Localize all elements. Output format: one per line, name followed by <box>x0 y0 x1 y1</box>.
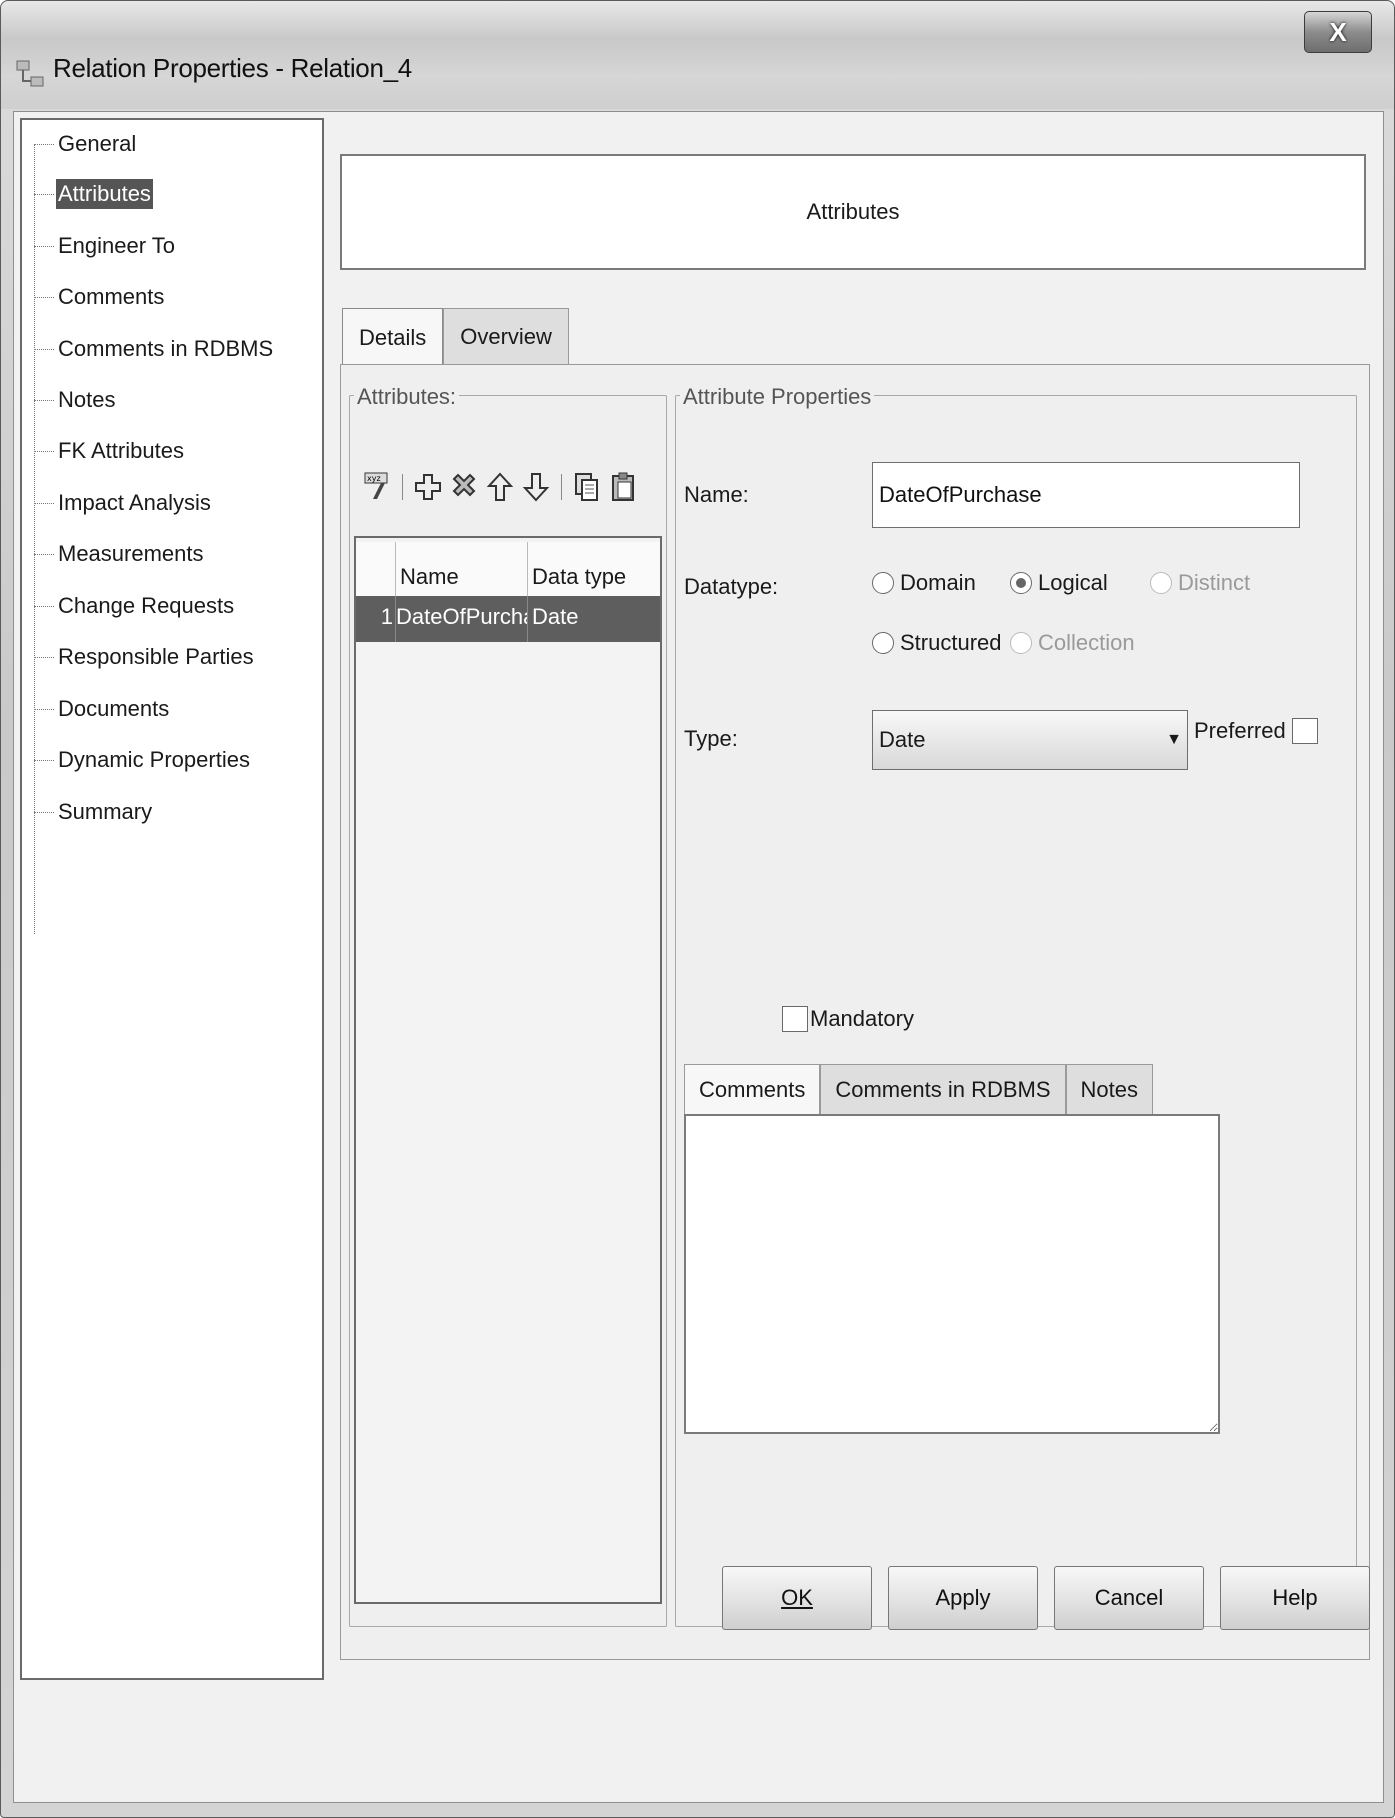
help-button[interactable]: Help <box>1220 1566 1370 1630</box>
table-header: Name Data type <box>356 542 660 596</box>
datatype-domain-radio[interactable]: Domain <box>872 570 976 596</box>
radio-unchecked-icon <box>1010 632 1032 654</box>
nav-item-general[interactable]: General <box>22 124 138 164</box>
attribute-properties-group: Attribute Properties Name: Datatype: Dom… <box>675 384 1357 1627</box>
paste-icon[interactable] <box>606 468 640 506</box>
mandatory-checkbox[interactable]: Mandatory <box>782 1006 914 1032</box>
nav-item-change-requests[interactable]: Change Requests <box>22 586 236 626</box>
move-down-icon[interactable] <box>519 468 553 506</box>
nav-item-measurements[interactable]: Measurements <box>22 534 206 574</box>
page-header: Attributes <box>340 154 1366 270</box>
toolbar-separator <box>402 474 403 500</box>
details-panel: Attributes: xyz Name Data type 1 DateOfP… <box>340 364 1370 1660</box>
nav-tree: General Attributes Engineer To Comments … <box>20 118 324 1680</box>
comments-tabs: Comments Comments in RDBMS Notes <box>684 1064 1153 1114</box>
table-row[interactable]: 1 DateOfPurchase Date <box>356 596 660 642</box>
nav-item-fk-attributes[interactable]: FK Attributes <box>22 431 186 471</box>
column-header-data-type[interactable]: Data type <box>528 542 660 596</box>
nav-item-documents[interactable]: Documents <box>22 689 171 729</box>
datatype-distinct-radio: Distinct <box>1150 570 1250 596</box>
row-number-header <box>356 542 396 596</box>
window-title: Relation Properties - Relation_4 <box>53 53 412 83</box>
nav-item-comments[interactable]: Comments <box>22 277 166 317</box>
datatype-label: Datatype: <box>684 574 779 599</box>
tab-notes[interactable]: Notes <box>1065 1064 1153 1114</box>
page-title: Attributes <box>806 199 900 224</box>
mandatory-label: Mandatory <box>810 1006 914 1031</box>
radio-checked-icon <box>1010 572 1032 594</box>
attributes-toolbar: xyz <box>360 468 640 506</box>
checkbox-unchecked-icon <box>782 1006 808 1032</box>
attributes-table[interactable]: Name Data type 1 DateOfPurchase Date <box>354 536 662 1604</box>
type-dropdown[interactable]: Date ▼ <box>872 710 1188 770</box>
name-label: Name: <box>684 482 749 507</box>
dialog-client-area: General Attributes Engineer To Comments … <box>13 111 1384 1803</box>
cancel-button[interactable]: Cancel <box>1054 1566 1204 1630</box>
dialog-window: Relation Properties - Relation_4 X Gener… <box>0 0 1395 1818</box>
radio-unchecked-icon <box>872 632 894 654</box>
main-tabs: Details Overview <box>342 308 569 366</box>
nav-item-responsible-parties[interactable]: Responsible Parties <box>22 637 256 677</box>
apply-button[interactable]: Apply <box>888 1566 1038 1630</box>
name-field[interactable] <box>872 462 1300 528</box>
nav-item-engineer-to[interactable]: Engineer To <box>22 226 177 266</box>
toolbar-separator <box>561 474 562 500</box>
cell-name[interactable]: DateOfPurchase <box>396 596 528 642</box>
add-icon[interactable] <box>411 468 445 506</box>
checkbox-unchecked-icon <box>1291 718 1318 744</box>
move-up-icon[interactable] <box>483 468 517 506</box>
nav-item-comments-in-rdbms[interactable]: Comments in RDBMS <box>22 329 275 369</box>
datatype-logical-radio[interactable]: Logical <box>1010 570 1108 596</box>
tab-comments[interactable]: Comments <box>684 1064 821 1114</box>
close-button[interactable]: X <box>1304 11 1372 53</box>
comments-textarea[interactable] <box>684 1114 1220 1434</box>
nav-item-notes[interactable]: Notes <box>22 380 117 420</box>
datatype-structured-radio[interactable]: Structured <box>872 630 1002 656</box>
radio-unchecked-icon <box>1150 572 1172 594</box>
nav-item-summary[interactable]: Summary <box>22 792 154 832</box>
svg-text:xyz: xyz <box>367 474 381 483</box>
tab-comments-in-rdbms[interactable]: Comments in RDBMS <box>820 1064 1066 1114</box>
attribute-properties-legend: Attribute Properties <box>680 384 875 410</box>
title-bar[interactable]: Relation Properties - Relation_4 X <box>1 1 1394 109</box>
radio-unchecked-icon <box>872 572 894 594</box>
copy-icon[interactable] <box>570 468 604 506</box>
delete-icon[interactable] <box>447 468 481 506</box>
datatype-collection-radio: Collection <box>1010 630 1135 656</box>
nav-item-dynamic-properties[interactable]: Dynamic Properties <box>22 740 252 780</box>
attributes-group-legend: Attributes: <box>354 384 460 410</box>
type-label: Type: <box>684 726 738 751</box>
attributes-group: Attributes: xyz Name Data type 1 DateOfP… <box>349 384 667 1627</box>
column-header-name[interactable]: Name <box>396 542 528 596</box>
cell-data-type[interactable]: Date <box>528 596 660 642</box>
tab-details[interactable]: Details <box>342 308 444 366</box>
row-number: 1 <box>356 596 396 642</box>
tab-overview[interactable]: Overview <box>443 308 569 364</box>
xyz-properties-icon[interactable]: xyz <box>360 468 394 506</box>
nav-item-impact-analysis[interactable]: Impact Analysis <box>22 483 213 523</box>
preferred-checkbox[interactable]: Preferred <box>1194 718 1318 744</box>
relation-app-icon <box>16 60 44 87</box>
ok-button[interactable]: OK <box>722 1566 872 1630</box>
nav-item-attributes[interactable]: Attributes <box>22 174 153 214</box>
type-dropdown-value: Date <box>879 727 926 752</box>
chevron-down-icon: ▼ <box>1166 731 1182 748</box>
preferred-label: Preferred <box>1194 718 1286 743</box>
